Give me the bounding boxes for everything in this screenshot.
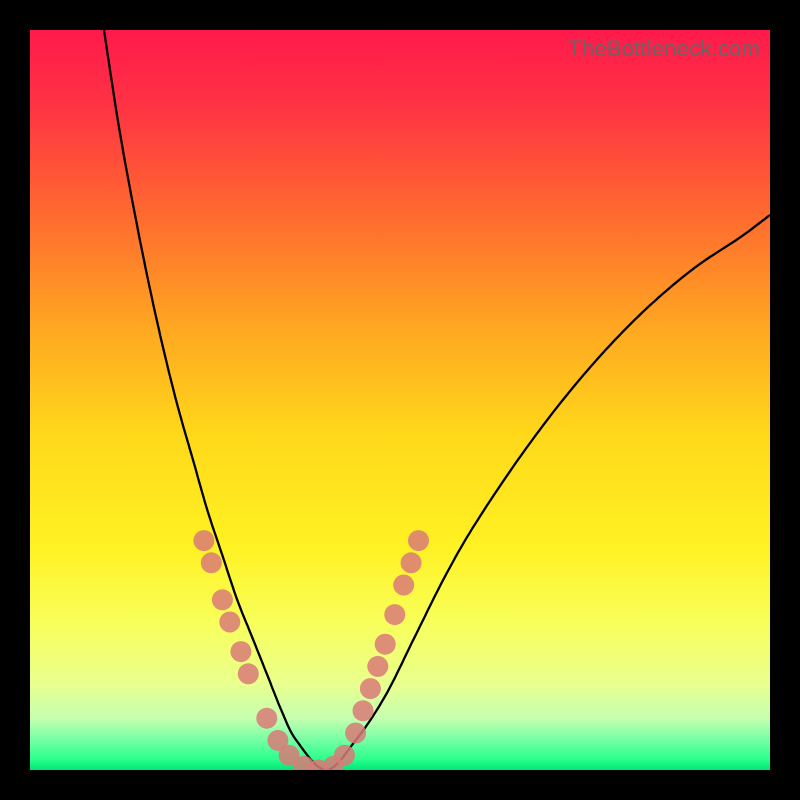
marker-dot [193,530,214,551]
marker-dot [401,552,422,573]
marker-dot [367,656,388,677]
marker-dot [384,604,405,625]
curve-layer [30,30,770,770]
marker-dot [393,575,414,596]
marker-dot [201,552,222,573]
marker-dot [334,745,355,766]
marker-dot [230,641,251,662]
plot-area: TheBottleneck.com [30,30,770,770]
marker-dot [375,634,396,655]
chart-frame: TheBottleneck.com [0,0,800,800]
site-watermark: TheBottleneck.com [568,36,760,62]
marker-dot [238,663,259,684]
marker-dot [408,530,429,551]
marker-dot [360,678,381,699]
marker-dots [193,530,429,770]
bottleneck-curve [104,30,770,770]
marker-dot [256,708,277,729]
marker-dot [219,612,240,633]
marker-dot [345,723,366,744]
marker-dot [353,700,374,721]
marker-dot [212,589,233,610]
